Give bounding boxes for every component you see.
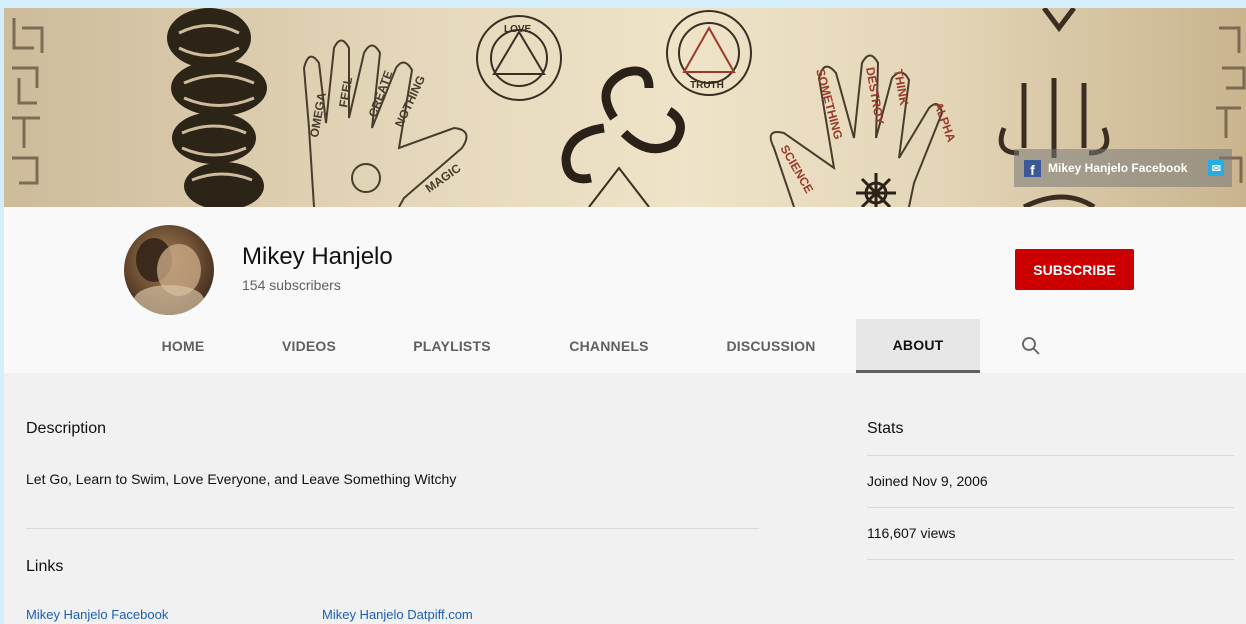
svg-text:CREATE: CREATE (366, 69, 396, 119)
links-heading: Links (26, 558, 64, 575)
svg-text:DESTROY: DESTROY (863, 66, 887, 126)
channel-page: OMEGA FEEL CREATE NOTHING MAGIC LOVE TRU… (4, 8, 1246, 624)
divider (867, 507, 1234, 508)
facebook-icon: f (1024, 159, 1041, 177)
link-facebook[interactable]: Mikey Hanjelo Facebook (26, 607, 168, 622)
tab-home[interactable]: HOME (144, 319, 222, 373)
divider (867, 559, 1234, 560)
banner-facebook-link[interactable]: f Mikey Hanjelo Facebook ✉ (1014, 149, 1232, 187)
svg-text:LOVE: LOVE (504, 24, 532, 35)
search-icon[interactable] (1020, 335, 1042, 357)
svg-text:ALPHA: ALPHA (931, 100, 958, 144)
tab-videos[interactable]: VIDEOS (267, 319, 351, 373)
divider (867, 455, 1234, 456)
tab-discussion[interactable]: DISCUSSION (709, 319, 833, 373)
tab-channels[interactable]: CHANNELS (554, 319, 664, 373)
channel-title: Mikey Hanjelo (242, 243, 393, 270)
svg-text:MAGIC: MAGIC (423, 161, 464, 196)
datpiff-icon[interactable]: ✉ (1208, 160, 1225, 176)
channel-header: Mikey Hanjelo 154 subscribers SUBSCRIBE … (4, 207, 1246, 373)
view-count: 116,607 views (867, 525, 956, 541)
svg-text:SOMETHING: SOMETHING (813, 67, 845, 141)
tab-about[interactable]: ABOUT (856, 319, 980, 373)
avatar[interactable] (124, 225, 214, 315)
tab-playlists[interactable]: PLAYLISTS (393, 319, 511, 373)
subscriber-count: 154 subscribers (242, 277, 341, 293)
link-datpiff[interactable]: Mikey Hanjelo Datpiff.com (322, 607, 473, 622)
stats-heading: Stats (867, 420, 904, 437)
joined-date: Joined Nov 9, 2006 (867, 473, 988, 489)
subscribe-button[interactable]: SUBSCRIBE (1015, 249, 1134, 290)
channel-tabs: HOME VIDEOS PLAYLISTS CHANNELS DISCUSSIO… (4, 319, 1246, 373)
description-text: Let Go, Learn to Swim, Love Everyone, an… (26, 471, 457, 487)
banner-link-label: Mikey Hanjelo Facebook (1048, 161, 1188, 175)
divider (26, 528, 759, 529)
about-content: Description Let Go, Learn to Swim, Love … (4, 373, 1246, 624)
svg-text:THINK: THINK (891, 68, 911, 107)
channel-banner: OMEGA FEEL CREATE NOTHING MAGIC LOVE TRU… (4, 8, 1246, 207)
description-heading: Description (26, 420, 107, 437)
svg-text:TRUTH: TRUTH (690, 80, 724, 91)
